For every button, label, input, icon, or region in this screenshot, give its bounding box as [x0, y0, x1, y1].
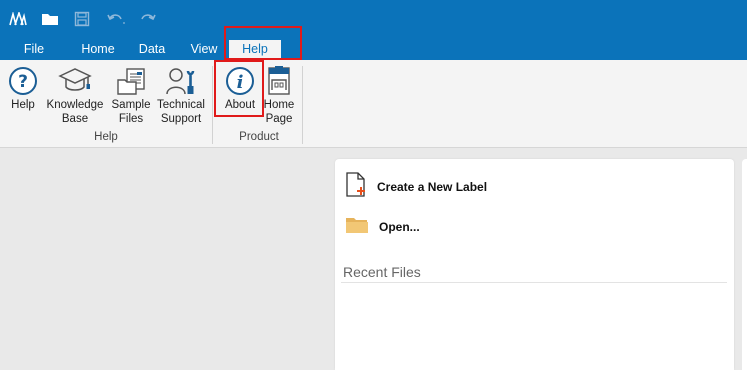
- create-new-label-text: Create a New Label: [377, 180, 488, 194]
- tab-view[interactable]: View: [185, 38, 223, 60]
- about-button[interactable]: i About: [218, 64, 262, 132]
- recent-files-divider: [341, 282, 727, 283]
- create-new-label-button[interactable]: Create a New Label: [345, 171, 488, 199]
- open-text: Open...: [379, 220, 420, 234]
- folder-icon: [345, 215, 369, 240]
- product-group-label: Product: [239, 131, 279, 143]
- tab-home[interactable]: Home: [76, 38, 120, 60]
- graduation-cap-icon: [44, 64, 106, 96]
- title-bar: [0, 0, 747, 38]
- home-page-button[interactable]: Home Page: [262, 64, 296, 132]
- secondary-panel: [742, 159, 747, 370]
- ribbon-divider: [302, 66, 303, 144]
- tab-help[interactable]: Help: [229, 40, 281, 60]
- tab-file[interactable]: File: [16, 38, 52, 60]
- help-button[interactable]: ? Help: [4, 64, 42, 132]
- technical-support-label: Technical Support: [157, 99, 205, 125]
- save-icon[interactable]: [72, 9, 92, 29]
- help-group-label: Help: [94, 131, 118, 143]
- start-panel: Create a New Label Open... Recent Files: [335, 159, 734, 370]
- undo-icon[interactable]: [105, 9, 127, 29]
- ribbon: ? Help Knowledge Base Sample Files Techn…: [0, 60, 747, 148]
- svg-text:?: ?: [18, 72, 28, 92]
- open-button[interactable]: Open...: [345, 215, 420, 239]
- info-circle-icon: i: [218, 64, 262, 96]
- sample-files-label: Sample Files: [111, 99, 151, 125]
- tab-data[interactable]: Data: [134, 38, 170, 60]
- about-button-label: About: [224, 99, 256, 111]
- help-button-label: Help: [11, 99, 35, 111]
- recent-files-title: Recent Files: [343, 264, 421, 280]
- files-icon: [108, 64, 154, 96]
- new-document-icon: [345, 171, 367, 203]
- knowledge-base-button[interactable]: Knowledge Base: [44, 64, 106, 132]
- ribbon-divider: [212, 66, 213, 144]
- app-logo-icon: [8, 9, 28, 29]
- redo-icon[interactable]: [138, 9, 158, 29]
- menu-tabs: File Home Data View Help: [0, 38, 747, 60]
- technical-support-button[interactable]: Technical Support: [154, 64, 208, 132]
- open-folder-icon[interactable]: [39, 9, 61, 29]
- support-person-icon: [154, 64, 208, 96]
- home-page-label: Home Page: [263, 99, 295, 125]
- home-page-icon: [262, 64, 296, 96]
- knowledge-base-label: Knowledge Base: [46, 99, 104, 125]
- svg-text:i: i: [237, 72, 244, 93]
- question-circle-icon: ?: [4, 64, 42, 96]
- sample-files-button[interactable]: Sample Files: [108, 64, 154, 132]
